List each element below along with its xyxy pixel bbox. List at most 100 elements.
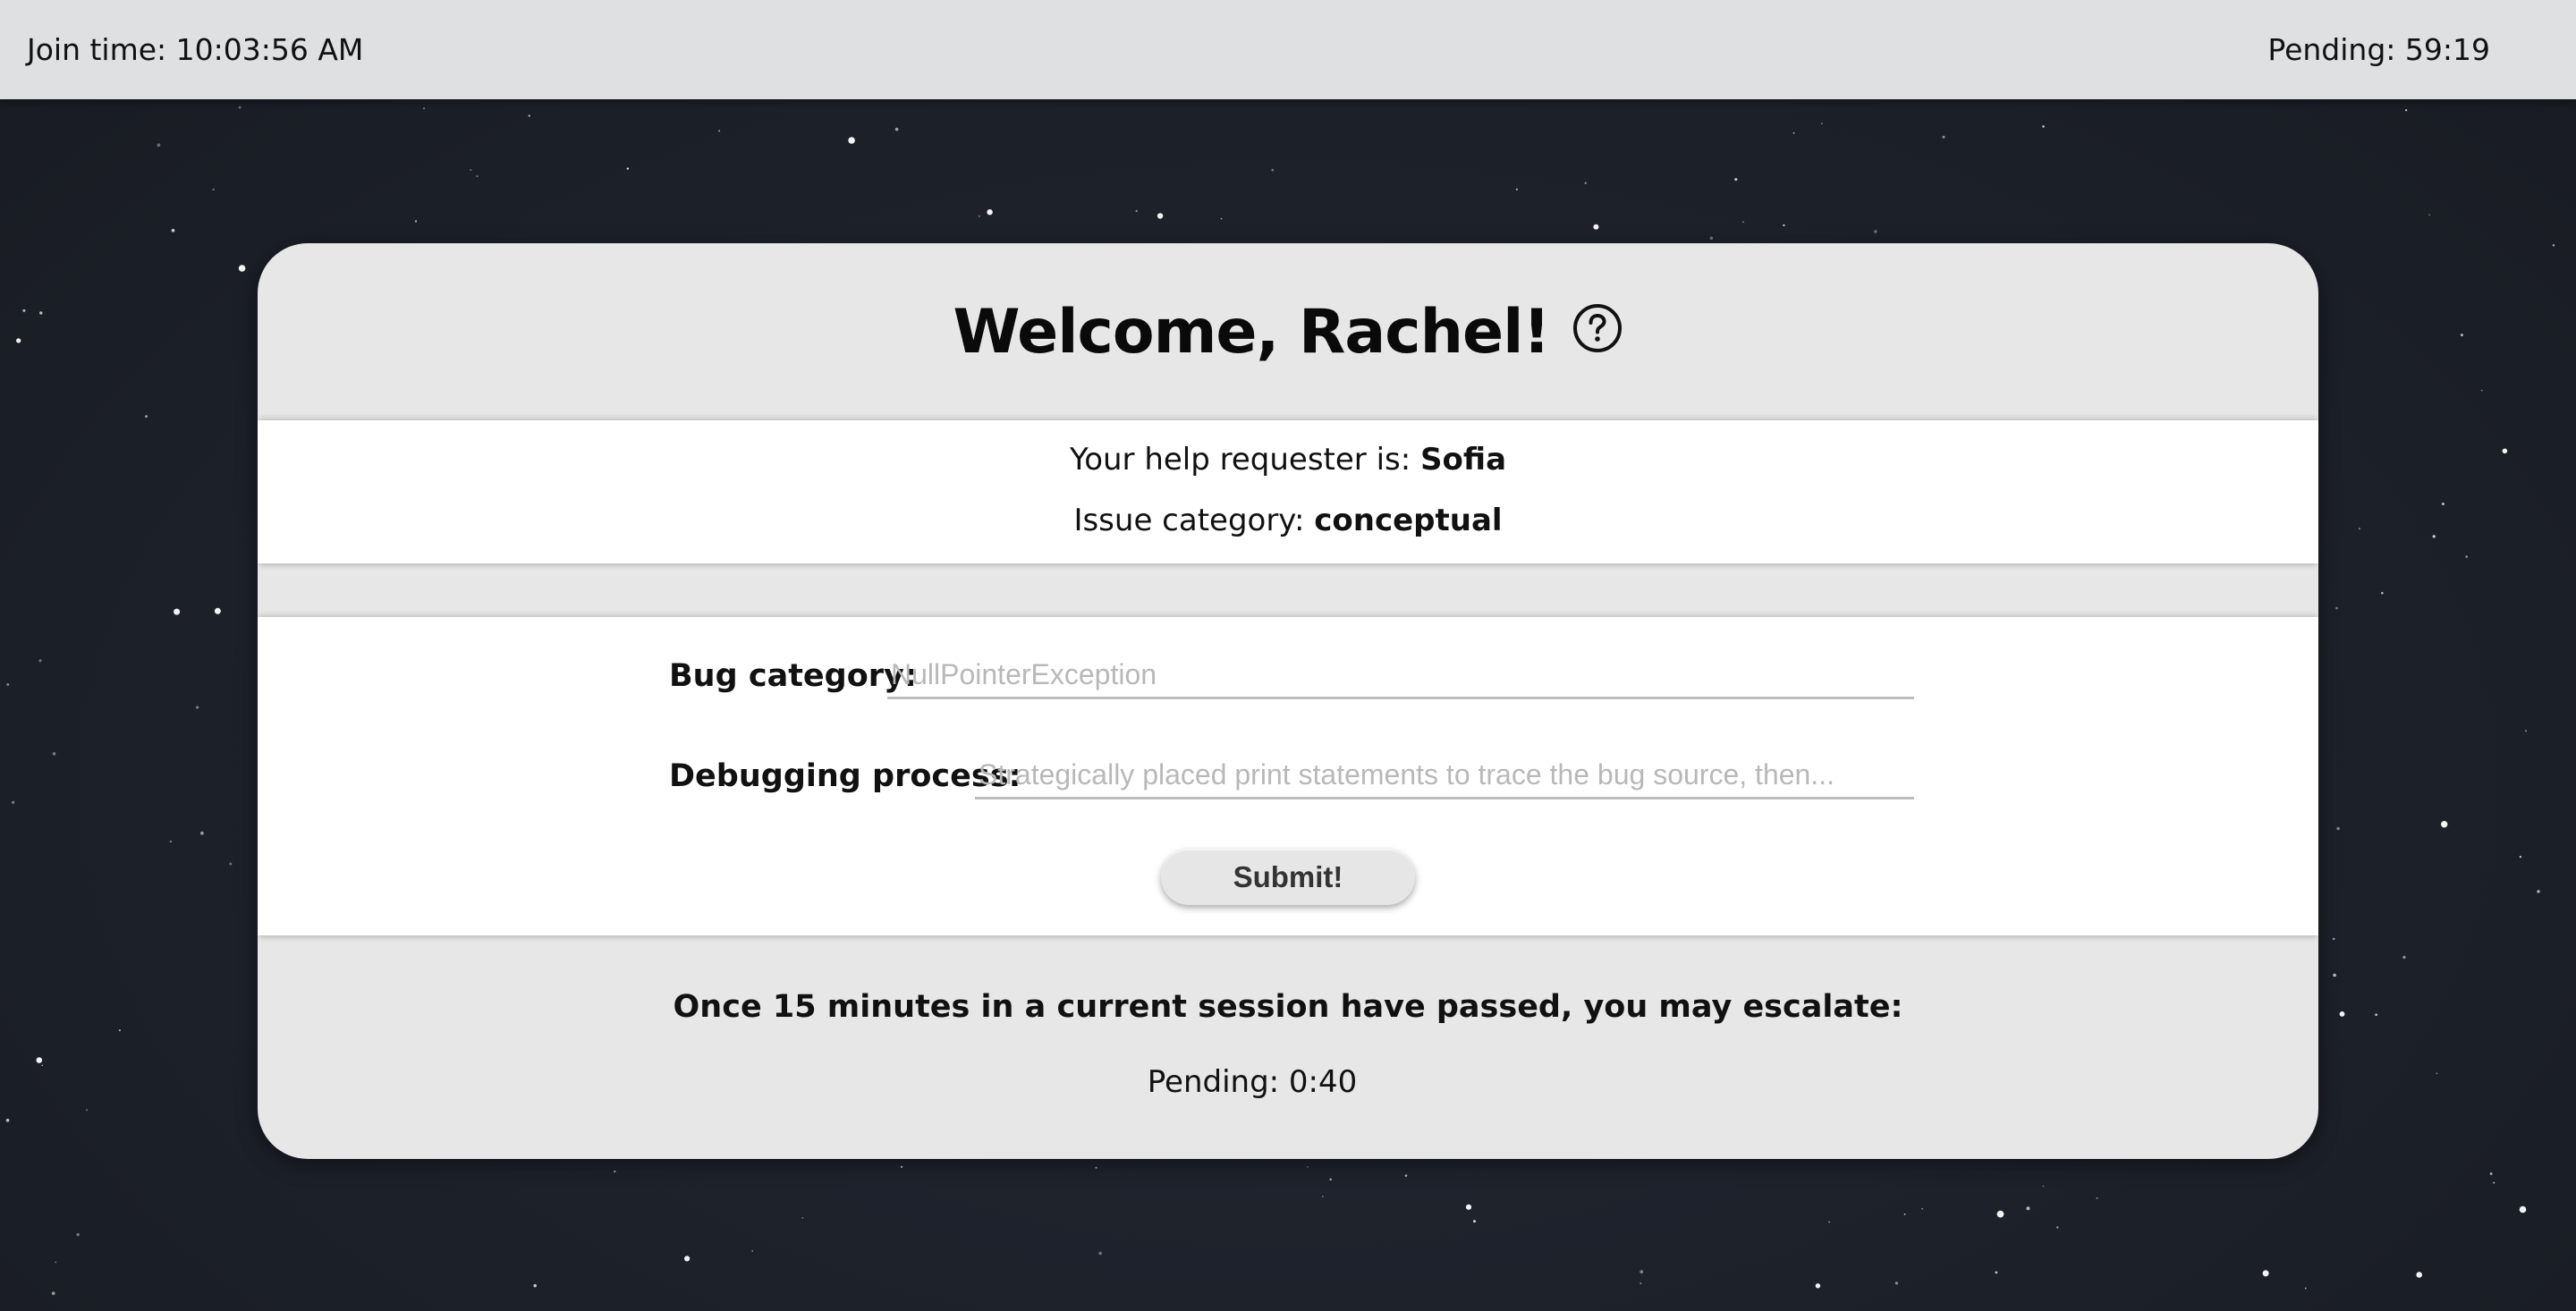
issue-category-label: Issue category: xyxy=(1073,503,1305,538)
star xyxy=(1329,1178,1332,1181)
star xyxy=(2335,606,2338,610)
star xyxy=(1465,1204,1472,1210)
star xyxy=(2375,1013,2377,1016)
star xyxy=(423,107,425,110)
star xyxy=(52,752,56,756)
star xyxy=(55,1261,56,1264)
star xyxy=(1095,1166,1097,1169)
star xyxy=(901,1165,903,1168)
star xyxy=(1593,224,1599,230)
join-time-text: Join time: 10:03:56 AM xyxy=(27,32,364,67)
star xyxy=(2493,1181,2496,1184)
escalation-pending-timer: Pending: 0:40 xyxy=(1147,1064,1358,1100)
escalation-pending-row: Pending: 0:40 xyxy=(258,1064,2318,1100)
star xyxy=(169,840,173,843)
star xyxy=(41,1064,43,1067)
star xyxy=(1709,236,1714,241)
star xyxy=(1404,1174,1408,1177)
star xyxy=(528,114,530,117)
star xyxy=(2358,528,2360,530)
star xyxy=(22,309,26,312)
star xyxy=(2333,973,2336,977)
debugging-process-label: Debugging process: xyxy=(669,758,1021,794)
submit-button[interactable]: Submit! xyxy=(1161,850,1415,905)
session-pending-timer: Pending: 59:19 xyxy=(2267,32,2490,67)
star xyxy=(684,1256,691,1262)
star xyxy=(894,127,899,131)
star xyxy=(200,831,204,835)
star xyxy=(212,188,215,191)
bug-category-row: Bug category: xyxy=(669,649,1914,703)
star xyxy=(1157,213,1164,219)
star xyxy=(157,143,161,148)
star xyxy=(414,220,418,223)
star xyxy=(2304,1287,2307,1290)
star xyxy=(1220,217,1223,220)
star xyxy=(2552,244,2555,247)
bug-category-input[interactable] xyxy=(887,653,1914,699)
star xyxy=(1903,1214,1906,1215)
star xyxy=(1307,1165,1309,1168)
star xyxy=(1874,230,1877,233)
star xyxy=(2404,109,2408,112)
question-circle-icon[interactable] xyxy=(1572,303,1623,353)
star xyxy=(86,1109,89,1112)
star xyxy=(987,209,993,216)
star xyxy=(238,106,242,109)
star xyxy=(2436,1072,2438,1075)
star xyxy=(2524,730,2528,732)
star xyxy=(1792,131,1795,134)
star xyxy=(39,311,43,315)
star xyxy=(2416,1272,2422,1278)
star xyxy=(51,1291,55,1296)
star xyxy=(2489,1172,2493,1175)
debugging-process-row: Debugging process: xyxy=(669,749,1914,803)
top-bar: Join time: 10:03:56 AM Pending: 59:19 xyxy=(0,0,2576,99)
star xyxy=(801,1217,804,1219)
welcome-card: Welcome, Rachel! Your help requester is:… xyxy=(258,243,2318,1159)
star xyxy=(1640,1282,1642,1285)
star xyxy=(2465,555,2468,558)
star xyxy=(1783,224,1785,226)
bug-category-label: Bug category: xyxy=(669,658,917,694)
star xyxy=(1515,188,1518,190)
star xyxy=(76,1232,80,1237)
star xyxy=(1921,1207,1923,1210)
star xyxy=(38,659,42,663)
star xyxy=(1741,221,1744,224)
star xyxy=(1894,1281,1898,1285)
star xyxy=(2056,1226,2059,1229)
star xyxy=(2339,1011,2345,1017)
star xyxy=(1734,178,1738,182)
star xyxy=(476,175,479,178)
star xyxy=(36,1057,43,1063)
star xyxy=(214,607,221,614)
issue-category-value: conceptual xyxy=(1314,503,1503,538)
page-title: Welcome, Rachel! xyxy=(953,296,1551,368)
star xyxy=(2441,821,2448,828)
star xyxy=(196,706,199,709)
star xyxy=(2519,856,2521,858)
star xyxy=(2502,448,2508,454)
star xyxy=(1820,123,1823,125)
star xyxy=(171,228,175,233)
star xyxy=(2262,1270,2269,1277)
star xyxy=(626,167,630,170)
issue-category-line: Issue category: conceptual xyxy=(258,503,2318,538)
debugging-process-input[interactable] xyxy=(975,753,1914,799)
requester-label: Your help requester is: xyxy=(1069,442,1411,478)
star xyxy=(2026,1206,2030,1211)
star xyxy=(238,265,246,272)
star xyxy=(718,130,721,132)
escalation-message: Once 15 minutes in a current session hav… xyxy=(673,989,1903,1025)
star xyxy=(470,169,472,171)
star xyxy=(2428,214,2431,216)
card-header: Welcome, Rachel! xyxy=(258,243,2318,420)
star xyxy=(614,1170,616,1173)
star xyxy=(2480,389,2483,392)
star xyxy=(1584,182,1587,184)
star xyxy=(2460,334,2463,337)
star xyxy=(1473,1220,1476,1223)
requester-line: Your help requester is: Sofia xyxy=(258,442,2318,478)
requester-name: Sofia xyxy=(1420,442,1507,478)
